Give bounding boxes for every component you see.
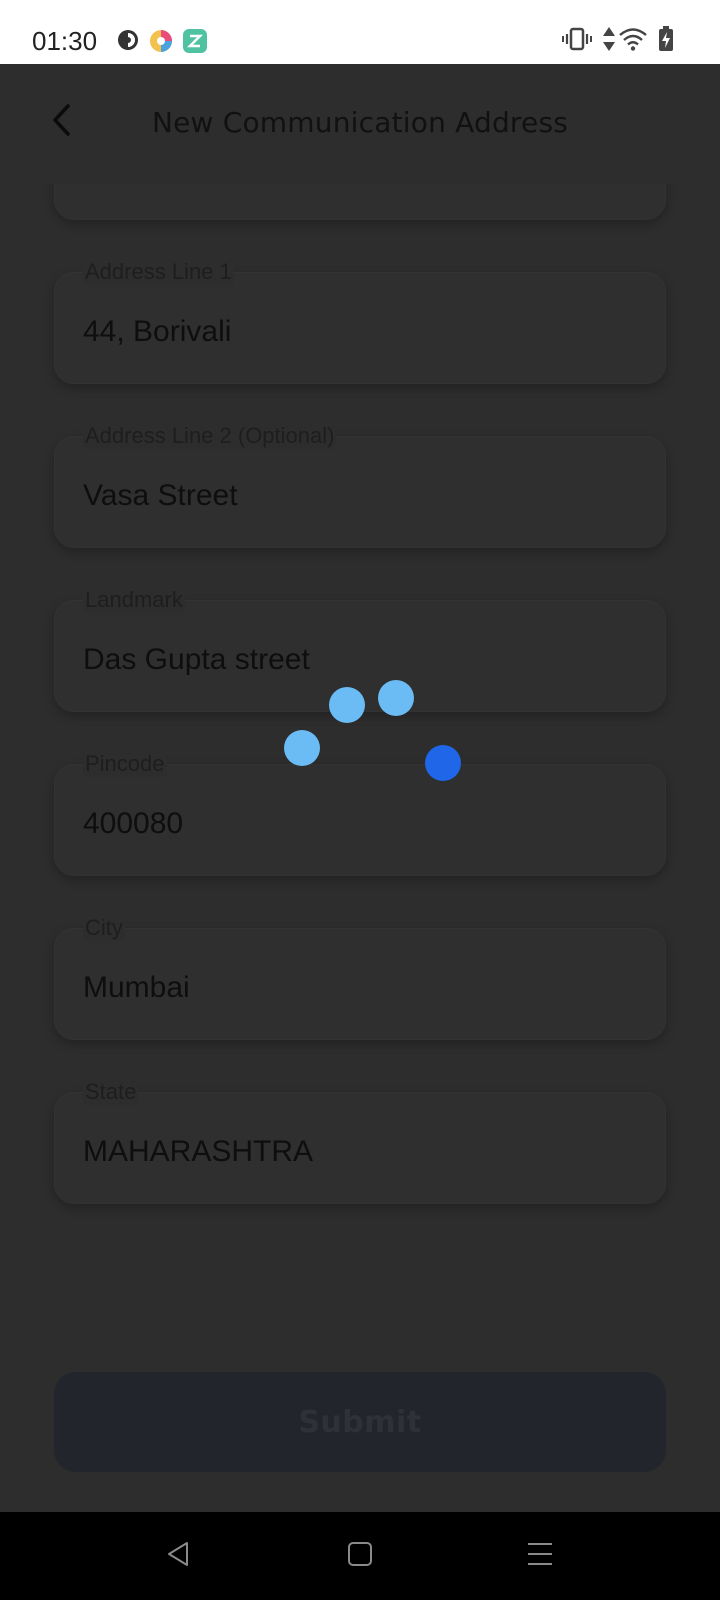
field-label: Address Line 2 (Optional): [83, 423, 337, 449]
city-field[interactable]: City Mumbai: [54, 915, 666, 1040]
submit-button[interactable]: Submit: [54, 1372, 666, 1472]
field-value: 400080: [83, 807, 184, 840]
data-saver-icon: [116, 28, 140, 57]
field-label: City: [83, 915, 125, 941]
nav-back-icon: [165, 1540, 191, 1573]
field-value: 44, Borivali: [83, 315, 232, 348]
pincode-field[interactable]: Pincode 400080: [54, 751, 666, 876]
address-line-2-field[interactable]: Address Line 2 (Optional) Vasa Street: [54, 423, 666, 548]
system-nav-bar: [0, 1512, 720, 1600]
page-title: New Communication Address: [151, 106, 569, 139]
state-field[interactable]: State MAHARASHTRA: [54, 1079, 666, 1204]
field-value: Das Gupta street: [83, 643, 310, 676]
landmark-field[interactable]: Landmark Das Gupta street: [54, 587, 666, 712]
submit-label: Submit: [298, 1404, 422, 1440]
status-time: 01:30: [32, 26, 98, 56]
battery-charging-icon: [658, 26, 674, 57]
status-bar: 01:30: [0, 0, 720, 64]
color-app-icon: [148, 28, 174, 59]
nav-menu-button[interactable]: [518, 1534, 562, 1578]
address-line-1-field[interactable]: Address Line 1 44, Borivali: [54, 259, 666, 384]
address-form-page: New Communication Address Address Line 1…: [0, 64, 720, 1512]
field-value: Mumbai: [83, 971, 190, 1004]
wifi-icon: [618, 27, 648, 56]
data-arrows-icon: [602, 26, 616, 57]
field-value: Vasa Street: [83, 479, 238, 512]
app-header: New Communication Address: [0, 64, 720, 184]
field-value: MAHARASHTRA: [83, 1135, 314, 1168]
field-label: Landmark: [83, 587, 185, 613]
field-label: Pincode: [83, 751, 167, 777]
nav-home-button[interactable]: [338, 1534, 382, 1578]
nav-back-button[interactable]: [156, 1534, 200, 1578]
vibrate-icon: [562, 27, 592, 56]
green-app-icon: [182, 28, 208, 59]
nav-home-icon: [347, 1541, 373, 1572]
field-label: State: [83, 1079, 139, 1105]
field-label: Address Line 1: [83, 259, 234, 285]
nav-menu-icon: [526, 1541, 554, 1572]
